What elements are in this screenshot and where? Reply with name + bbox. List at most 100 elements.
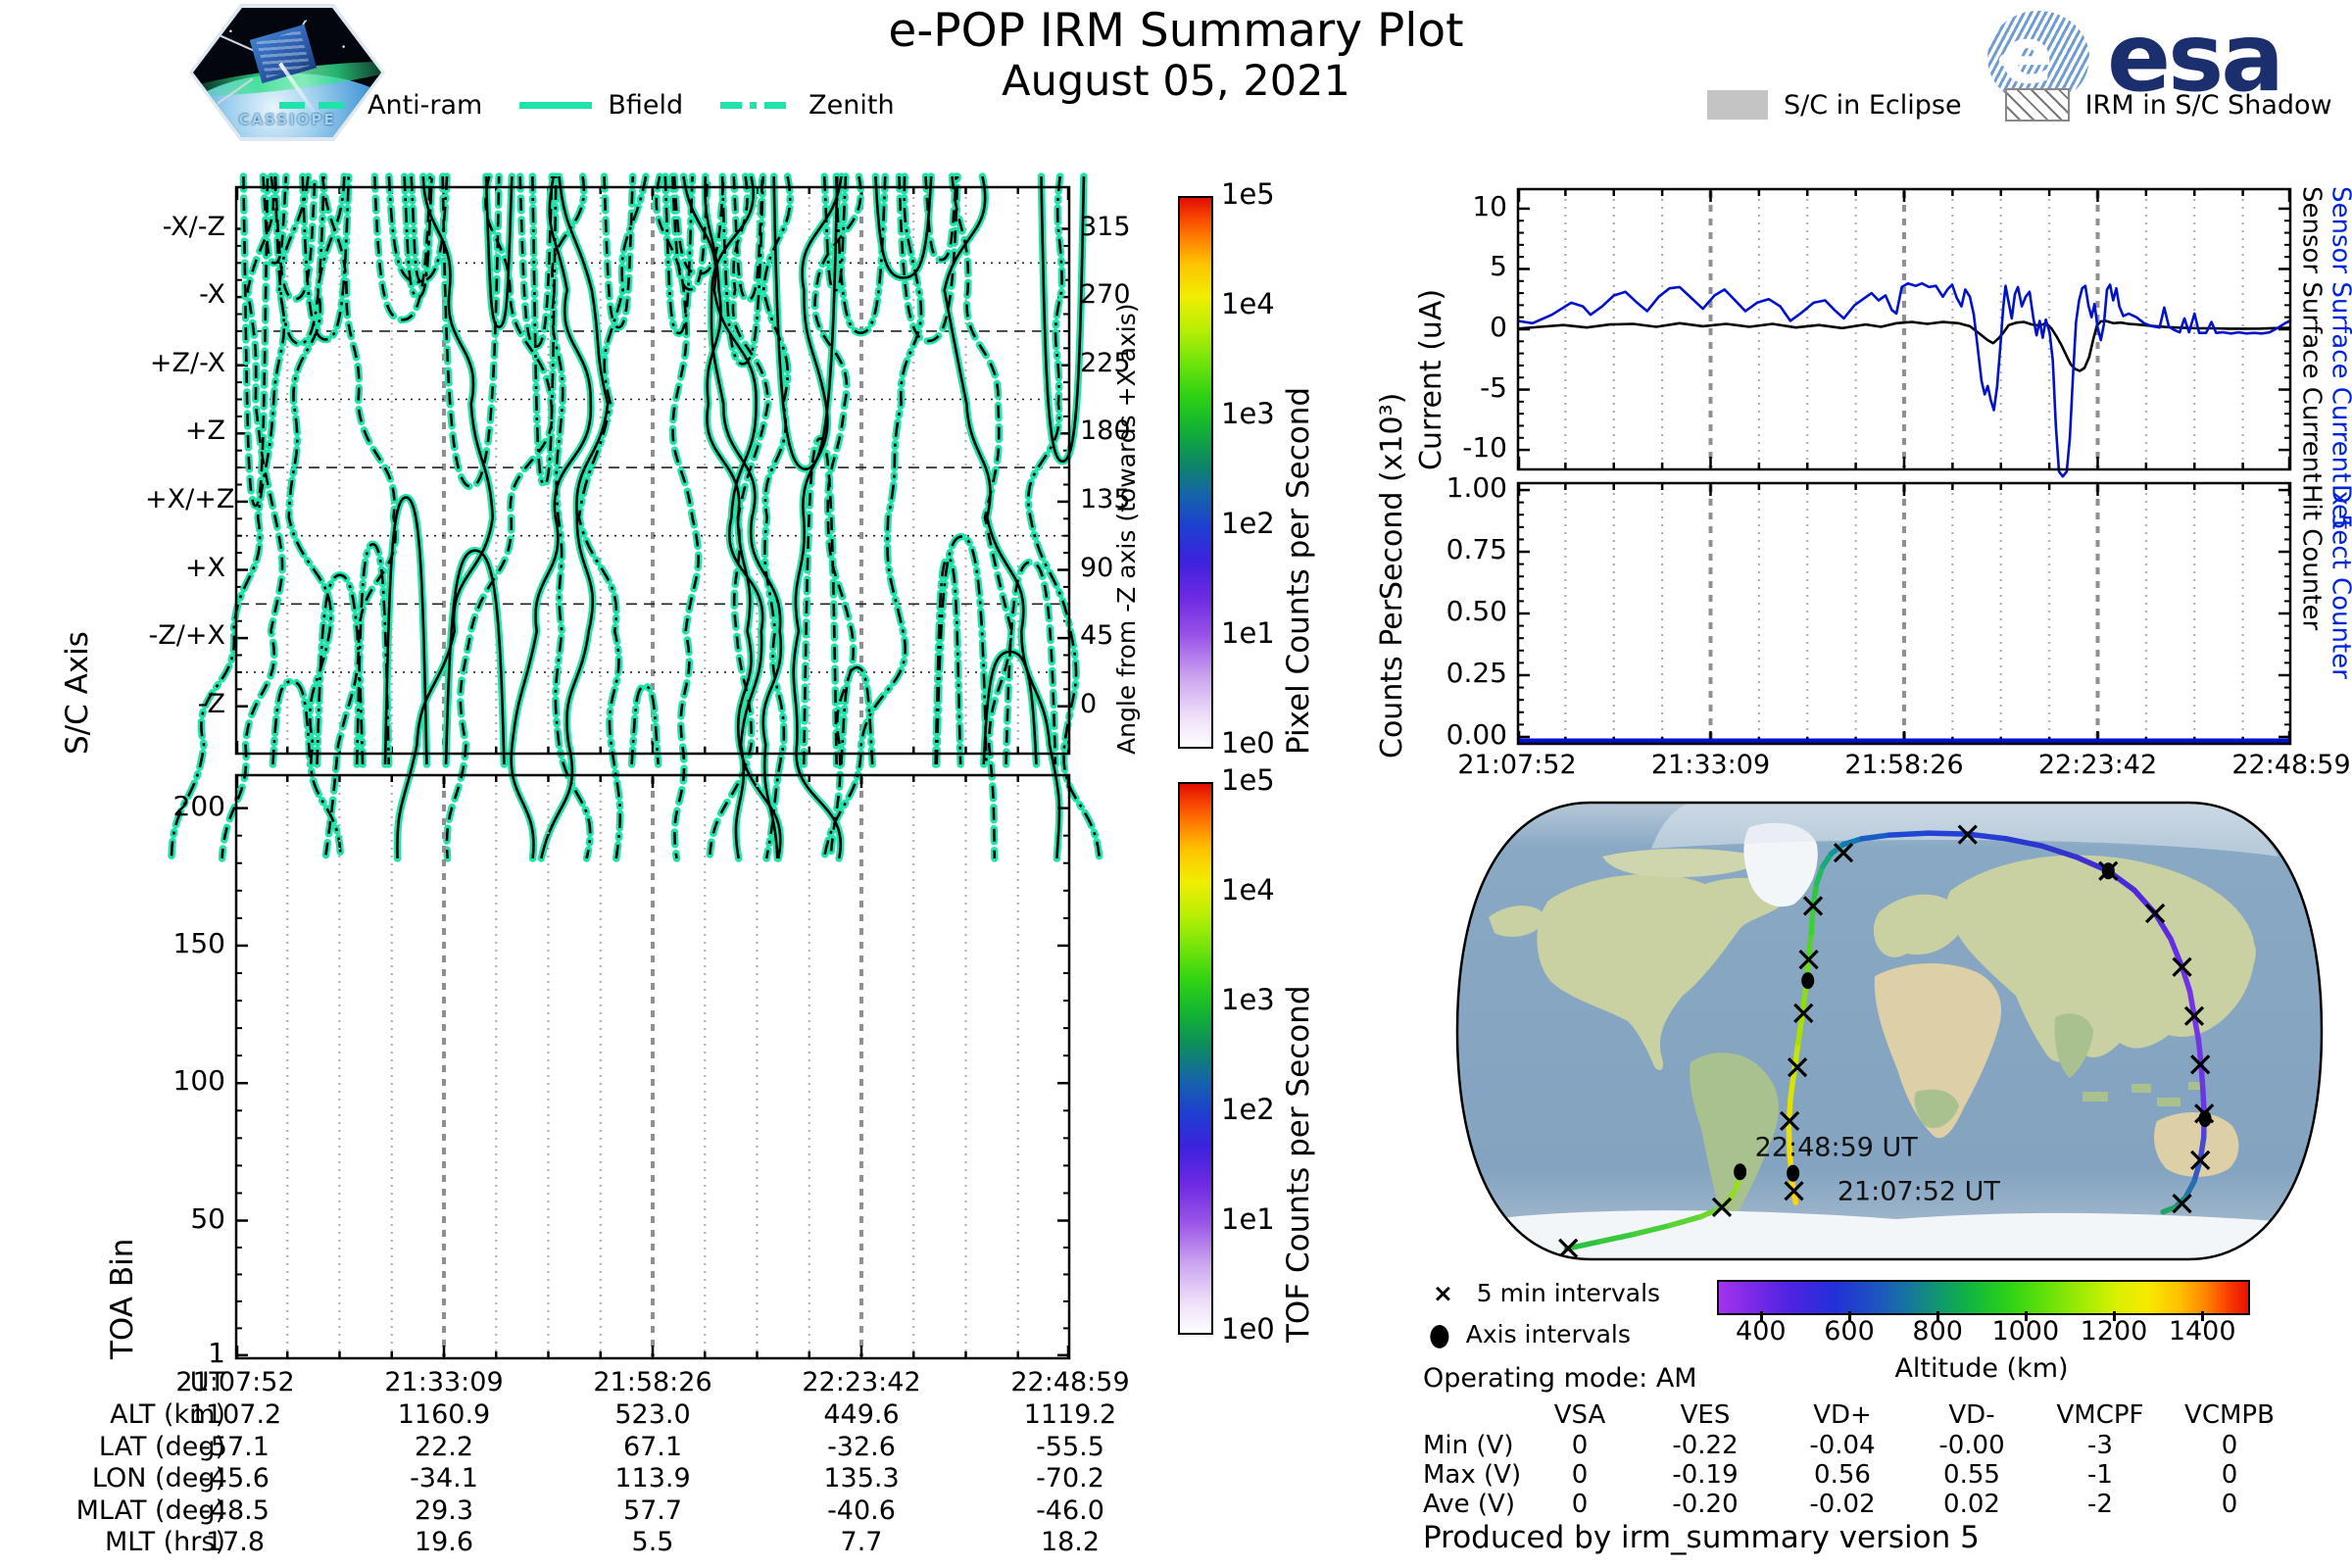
ground-track-map: 22:48:59 UT 21:07:52 UT	[1455, 801, 2324, 1261]
voltage-value: -2	[2087, 1490, 2113, 1519]
ephemeris-value: 67.1	[622, 1432, 683, 1462]
voltage-value: 0	[2221, 1431, 2238, 1460]
toa-ytick: 150	[172, 926, 225, 959]
altitude-tick-mark	[1759, 1311, 1763, 1321]
eclipse-gray-box-icon	[1707, 90, 1768, 120]
altitude-tick: 400	[1736, 1316, 1787, 1347]
voltage-value: 0.02	[1943, 1490, 2000, 1519]
ephemeris-value: 17.8	[205, 1527, 266, 1557]
antiram-dashed-line-icon	[279, 102, 352, 109]
altitude-tick: 800	[1912, 1316, 1963, 1347]
tof-colorbar	[1178, 782, 1213, 1335]
legend-label: Anti-ram	[368, 90, 483, 121]
axis-trace-legend: Anti-ram Bfield Zenith	[279, 90, 895, 121]
toa-ytick: 200	[172, 789, 225, 822]
toa-ylabel: TOA Bin	[105, 1238, 140, 1359]
ephemeris-value: 449.6	[823, 1399, 900, 1430]
angle-ytick: 180	[1080, 416, 1131, 447]
voltage-value: -1	[2087, 1460, 2113, 1490]
angle-ytick: 225	[1080, 347, 1131, 378]
eclipse-legend: S/C in Eclipse IRM in S/C Shadow	[1707, 88, 2332, 122]
shadow-hatched-box-icon	[2004, 88, 2070, 122]
voltage-value: 0.56	[1814, 1460, 1871, 1490]
current-plot	[1516, 187, 2292, 478]
sc-axis-plot	[168, 172, 1103, 862]
altitude-colorbar-label: Altitude (km)	[1894, 1353, 2069, 1384]
zenith-dashdot-line-icon	[720, 102, 794, 109]
colorbar-tick: 1e5	[1221, 177, 1275, 211]
voltage-col-header: VCMPB	[2184, 1400, 2275, 1430]
toa-ytick: 1	[208, 1336, 225, 1369]
voltage-value: 0	[1571, 1431, 1589, 1460]
ephemeris-value: 29.3	[414, 1495, 474, 1526]
ephemeris-value: -55.5	[1036, 1432, 1104, 1462]
current-ytick: 10	[1472, 189, 1507, 222]
colorbar-tick: 1e3	[1221, 983, 1275, 1016]
ephemeris-value: 21:07:52	[175, 1367, 295, 1397]
altitude-tick: 1200	[2080, 1316, 2148, 1347]
voltage-value: -0.19	[1672, 1460, 1739, 1490]
colorbar-tick: 1e0	[1221, 726, 1275, 760]
colorbar-tick: 1e5	[1221, 763, 1275, 797]
altitude-tick-mark	[2113, 1311, 2116, 1321]
sc-ytick: +Z	[184, 416, 225, 447]
current-ytick: -10	[1462, 431, 1507, 465]
time-xtick: 21:58:26	[1844, 750, 1964, 780]
colorbar-tick: 1e1	[1221, 616, 1275, 650]
time-xtick: 21:07:52	[1457, 750, 1577, 780]
ephemeris-value: 57.7	[622, 1495, 683, 1526]
ephemeris-value: -34.1	[410, 1463, 478, 1494]
counts-plot	[1516, 481, 2292, 746]
ephemeris-value: 22:23:42	[802, 1367, 921, 1397]
voltage-col-header: VD-	[1948, 1400, 1995, 1430]
ephemeris-value: 135.3	[823, 1463, 900, 1494]
angle-ytick: 0	[1080, 688, 1098, 719]
colorbar-tick: 1e2	[1221, 1093, 1275, 1126]
counts-ylabel: Counts Per Second (x10³)	[1375, 392, 1409, 759]
ephemeris-value: -70.2	[1036, 1463, 1104, 1494]
voltage-value: 0	[1571, 1460, 1589, 1490]
ephemeris-value: -46.0	[1036, 1495, 1104, 1526]
voltage-value: -0.22	[1672, 1431, 1739, 1460]
counts-ytick: 0.75	[1446, 533, 1507, 566]
toa-ytick: 100	[172, 1064, 225, 1098]
operating-mode: Operating mode: AM	[1423, 1363, 1697, 1394]
map-legend-5min: × 5 min intervals	[1433, 1279, 1661, 1307]
ephemeris-value: 1107.2	[188, 1399, 282, 1430]
colorbar-tick: 1e0	[1221, 1312, 1275, 1346]
angle-axis-label: Angle from -Z axis (towards +X axis)	[1112, 303, 1141, 756]
voltage-value: -0.00	[1938, 1431, 2005, 1460]
legend-label: Bfield	[608, 90, 684, 121]
voltage-value: 0	[1571, 1490, 1589, 1519]
ephemeris-value: -45.6	[201, 1463, 270, 1494]
voltage-col-header: VSA	[1553, 1400, 1606, 1430]
map-annotation: 22:48:59 UT	[1755, 1133, 1919, 1163]
altitude-tick: 1400	[2168, 1316, 2236, 1347]
legend-item-bfield: Bfield	[519, 90, 683, 121]
voltage-value: 0	[2221, 1490, 2238, 1519]
angle-ytick: 270	[1080, 279, 1131, 311]
counts-ytick: 0.00	[1446, 717, 1507, 751]
counts-ytick: 0.25	[1446, 656, 1507, 689]
voltage-value: 0.55	[1943, 1460, 2000, 1490]
legend-item-eclipse: S/C in Eclipse	[1707, 90, 1962, 121]
ephemeris-value: -57.1	[201, 1432, 270, 1462]
voltage-value: -0.02	[1809, 1490, 1876, 1519]
sc-ytick: -Z	[197, 688, 225, 719]
altitude-tick: 1000	[1991, 1316, 2060, 1347]
time-xtick: 22:23:42	[2037, 750, 2158, 780]
ephemeris-value: 21:33:09	[384, 1367, 504, 1397]
sc-ytick: +Z/-X	[149, 347, 225, 378]
ephemeris-value: 18.2	[1040, 1527, 1101, 1557]
altitude-tick-mark	[2201, 1311, 2205, 1321]
ephemeris-value: 1160.9	[397, 1399, 491, 1430]
ephemeris-value: 22.2	[414, 1432, 474, 1462]
toa-bin-plot	[234, 773, 1071, 1360]
colorbar-tick: 1e3	[1221, 397, 1275, 430]
page-title: e-POP IRM Summary Plot	[888, 4, 1464, 58]
pixel-colorbar	[1178, 196, 1213, 749]
hit-counter-label: Hit Counter	[2296, 484, 2327, 631]
sc-ytick: -X/-Z	[162, 211, 225, 242]
colorbar-tick: 1e4	[1221, 873, 1275, 906]
cassiope-mission-patch-logo: CASSIOPE	[189, 4, 385, 141]
